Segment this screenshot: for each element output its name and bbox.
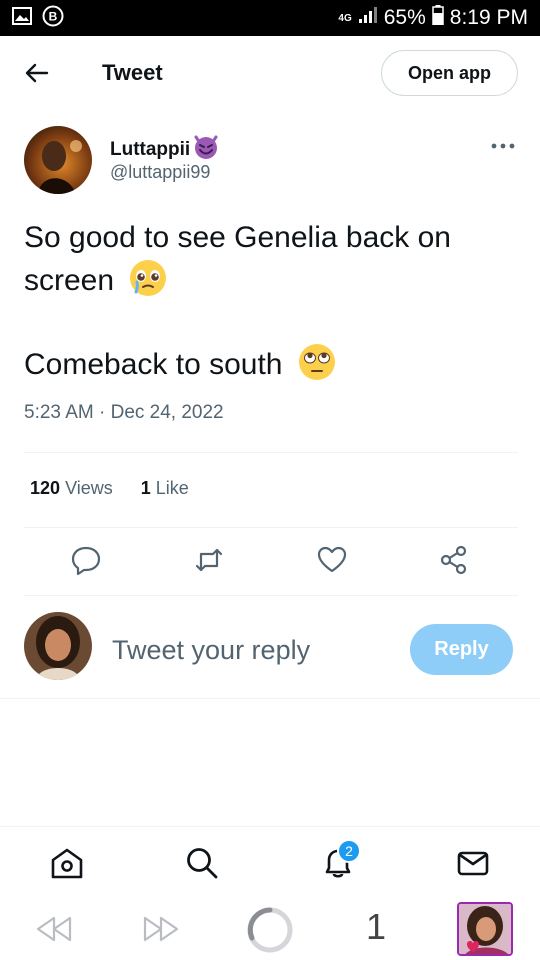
- views-label: Views: [65, 478, 113, 498]
- more-options-icon[interactable]: [488, 136, 518, 156]
- signal-icon: [358, 6, 378, 30]
- bottom-nav: 2: [0, 826, 540, 898]
- divider: [0, 698, 540, 699]
- browser-bar: 1: [0, 898, 540, 960]
- like-icon[interactable]: [316, 544, 348, 576]
- author-handle[interactable]: @luttappii99: [110, 162, 210, 183]
- share-icon[interactable]: [438, 544, 470, 576]
- author-name-text: Luttappii: [110, 139, 191, 160]
- reply-icon[interactable]: [70, 544, 102, 576]
- tweet-paragraph-1: So good to see Genelia back on screen: [24, 218, 519, 301]
- notification-badge: 2: [337, 839, 361, 863]
- user-avatar[interactable]: [24, 612, 92, 680]
- tweet-stats: 120 Views 1 Like: [30, 478, 189, 499]
- divider: [24, 452, 518, 453]
- pleading-face-emoji: [128, 258, 168, 298]
- views-count: 120: [30, 478, 61, 498]
- author-avatar[interactable]: [24, 126, 92, 194]
- network-type: 4G: [338, 12, 352, 24]
- likes-count: 1: [140, 478, 151, 498]
- page-title: Tweet: [102, 60, 163, 85]
- divider: [24, 527, 518, 528]
- messages-icon[interactable]: [455, 845, 491, 881]
- status-bar: B 4G 65% 8:19 PM: [0, 0, 540, 36]
- likes-stat[interactable]: 1 Like: [141, 478, 189, 499]
- svg-text:B: B: [49, 9, 58, 23]
- clock: 8:19 PM: [449, 6, 528, 29]
- loading-spinner-icon: [246, 906, 294, 959]
- retweet-icon[interactable]: [193, 544, 225, 576]
- likes-label: Like: [155, 478, 189, 498]
- tweet-text: So good to see Genelia back on screen Co…: [24, 218, 519, 385]
- views-stat[interactable]: 120 Views: [30, 478, 113, 499]
- reply-button[interactable]: Reply: [410, 624, 513, 675]
- fast-forward-icon[interactable]: [141, 912, 181, 951]
- battery-percent: 65%: [383, 6, 426, 29]
- header: Tweet Open app: [0, 36, 540, 110]
- tweet-timestamp[interactable]: 5:23 AM · Dec 24, 2022: [24, 402, 224, 424]
- profile-thumbnail[interactable]: [457, 902, 513, 956]
- rewind-icon[interactable]: [34, 912, 74, 951]
- battery-icon: [432, 5, 444, 31]
- tweet-actions: [0, 540, 540, 584]
- tweet-line-2: Comeback to south: [24, 348, 283, 381]
- search-icon[interactable]: [184, 845, 220, 881]
- tweet-paragraph-2: Comeback to south: [24, 342, 519, 385]
- divider: [24, 595, 518, 596]
- home-icon[interactable]: [49, 845, 85, 881]
- gallery-icon: [12, 6, 32, 30]
- tweet-line-1: So good to see Genelia back on screen: [24, 221, 451, 297]
- reply-input[interactable]: [112, 630, 382, 670]
- open-app-button[interactable]: Open app: [381, 50, 518, 96]
- tab-count[interactable]: 1: [366, 906, 386, 948]
- eye-roll-emoji: [297, 342, 337, 382]
- back-arrow-icon[interactable]: [22, 58, 52, 88]
- b-app-icon: B: [42, 5, 64, 32]
